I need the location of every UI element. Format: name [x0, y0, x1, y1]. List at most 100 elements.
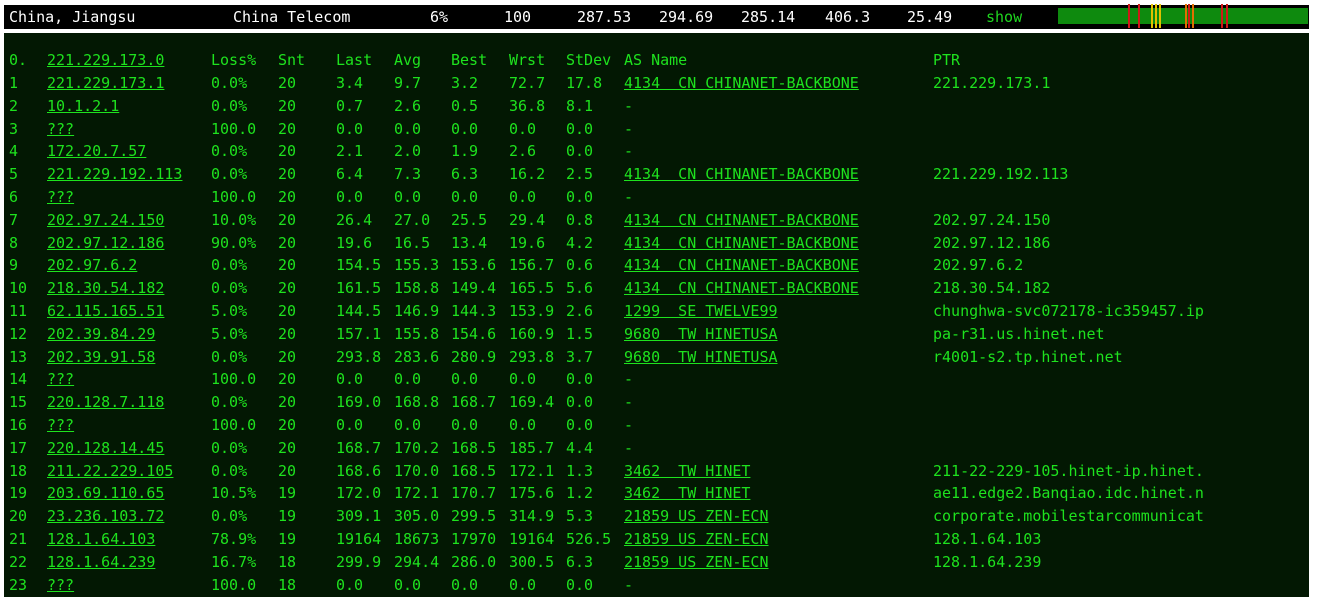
- last-value: 154.5: [336, 256, 382, 275]
- as-name[interactable]: 9680 TW HINETUSA: [624, 325, 778, 343]
- host-link[interactable]: 202.39.91.58: [47, 348, 155, 366]
- loss-value: 0.0%: [211, 507, 248, 526]
- sent-value: 20: [278, 370, 297, 389]
- host-link[interactable]: 128.1.64.103: [47, 530, 155, 548]
- avg-value: 305.0: [394, 507, 440, 526]
- stdev-value: 17.8: [566, 74, 603, 92]
- as-name[interactable]: 3462 TW HINET: [624, 484, 750, 502]
- stdev-value: 8.1: [566, 96, 594, 115]
- avg-value: 172.1: [394, 484, 440, 503]
- avg-value: 0.0: [394, 188, 422, 206]
- column-header-avg: Avg: [394, 51, 422, 69]
- hop-number: 20: [9, 507, 28, 526]
- host-link[interactable]: 202.97.12.186: [47, 234, 164, 252]
- as-name: -: [624, 142, 634, 161]
- history-marker: [1159, 4, 1161, 28]
- hop-number: 3: [9, 119, 19, 138]
- column-header-host[interactable]: 221.229.173.0: [47, 51, 164, 69]
- best-value: 153.6: [451, 256, 497, 275]
- history-marker: [1138, 4, 1140, 28]
- host-link[interactable]: 202.97.24.150: [47, 211, 164, 229]
- best-value: 0.5: [451, 96, 479, 115]
- host-link[interactable]: 202.39.84.29: [47, 325, 155, 343]
- best-value: 168.5: [451, 461, 497, 480]
- isp-label: China Telecom: [233, 8, 351, 26]
- loss-value: 100.0: [211, 119, 257, 138]
- show-toggle-button[interactable]: show: [986, 8, 1022, 26]
- sent-value: 20: [278, 416, 297, 434]
- host-link[interactable]: 221.229.192.113: [47, 165, 182, 183]
- last-value: 0.0: [336, 119, 364, 138]
- as-name[interactable]: 4134 CN CHINANET-BACKBONE: [624, 211, 859, 229]
- ptr-value: 211-22-229-105.hinet-ip.hinet.: [933, 461, 1204, 480]
- ptr-value: 128.1.64.239: [933, 552, 1042, 571]
- host-link[interactable]: ???: [47, 120, 74, 138]
- last-value: 0.0: [336, 370, 364, 389]
- history-marker: [1188, 4, 1190, 28]
- best-value: 0.0: [451, 119, 479, 138]
- avg-value: 2.6: [394, 96, 422, 115]
- loss-value: 0.0%: [211, 142, 248, 161]
- host-link[interactable]: ???: [47, 576, 74, 594]
- host-link[interactable]: 62.115.165.51: [47, 302, 164, 320]
- avg-value: 0.0: [394, 575, 422, 594]
- ptr-value: corporate.mobilestarcommunicat: [933, 507, 1204, 526]
- host-link[interactable]: 172.20.7.57: [47, 142, 146, 160]
- stdev-value: 0.6: [566, 256, 594, 275]
- host-link[interactable]: ???: [47, 188, 74, 206]
- avg-value: 0.0: [394, 119, 422, 138]
- as-name[interactable]: 21859 US ZEN-ECN: [624, 553, 769, 571]
- as-name[interactable]: 4134 CN CHINANET-BACKBONE: [624, 165, 859, 183]
- worst-value: 16.2: [509, 165, 546, 184]
- stdev-value: 1.2: [566, 484, 594, 503]
- host-link[interactable]: 220.128.7.118: [47, 393, 164, 411]
- worst-value: 36.8: [509, 96, 546, 115]
- host-link[interactable]: 211.22.229.105: [47, 462, 173, 480]
- host-link[interactable]: 202.97.6.2: [47, 256, 137, 274]
- hop-number: 12: [9, 324, 28, 343]
- host-link[interactable]: 203.69.110.65: [47, 484, 164, 502]
- host-link[interactable]: ???: [47, 370, 74, 388]
- as-name: -: [624, 119, 634, 138]
- ptr-value: 202.97.24.150: [933, 210, 1051, 229]
- best-value: 17970: [451, 530, 497, 548]
- host-link[interactable]: 128.1.64.239: [47, 553, 155, 571]
- as-name[interactable]: 21859 US ZEN-ECN: [624, 507, 769, 525]
- as-name[interactable]: 4134 CN CHINANET-BACKBONE: [624, 256, 859, 274]
- history-marker: [1185, 4, 1187, 28]
- avg-value: 2.0: [394, 142, 422, 161]
- as-name[interactable]: 4134 CN CHINANET-BACKBONE: [624, 74, 859, 92]
- as-name[interactable]: 21859 US ZEN-ECN: [624, 530, 769, 548]
- last-value: 0.0: [336, 575, 364, 594]
- hop-number: 7: [9, 210, 19, 229]
- as-name[interactable]: 4134 CN CHINANET-BACKBONE: [624, 279, 859, 297]
- sent-value: 20: [278, 188, 297, 206]
- last-value: 309.1: [336, 507, 382, 526]
- as-name[interactable]: 4134 CN CHINANET-BACKBONE: [624, 234, 859, 252]
- avg-value: 27.0: [394, 210, 431, 229]
- as-name[interactable]: 9680 TW HINETUSA: [624, 348, 778, 366]
- worst-value: 165.5: [509, 279, 555, 298]
- last-value: 0.0: [336, 416, 364, 434]
- summary-last: 287.53: [577, 8, 632, 26]
- host-link[interactable]: 220.128.14.45: [47, 439, 164, 457]
- avg-value: 168.8: [394, 393, 440, 412]
- sent-value: 20: [278, 142, 297, 161]
- host-link[interactable]: 10.1.2.1: [47, 97, 119, 115]
- host-link[interactable]: 23.236.103.72: [47, 507, 164, 525]
- as-name[interactable]: 3462 TW HINET: [624, 462, 750, 480]
- host-link[interactable]: 221.229.173.1: [47, 74, 164, 92]
- sent-value: 20: [278, 347, 297, 366]
- last-value: 26.4: [336, 210, 373, 229]
- as-name[interactable]: 1299 SE TWELVE99: [624, 302, 778, 320]
- last-value: 0.0: [336, 188, 364, 206]
- loss-value: 0.0%: [211, 347, 248, 366]
- stdev-value: 1.3: [566, 461, 594, 480]
- host-link[interactable]: ???: [47, 416, 74, 434]
- ptr-value: 221.229.192.113: [933, 165, 1069, 184]
- loss-value: 0.0%: [211, 438, 248, 457]
- sent-value: 20: [278, 256, 297, 275]
- loss-value: 5.0%: [211, 302, 248, 320]
- last-value: 2.1: [336, 142, 364, 161]
- host-link[interactable]: 218.30.54.182: [47, 279, 164, 297]
